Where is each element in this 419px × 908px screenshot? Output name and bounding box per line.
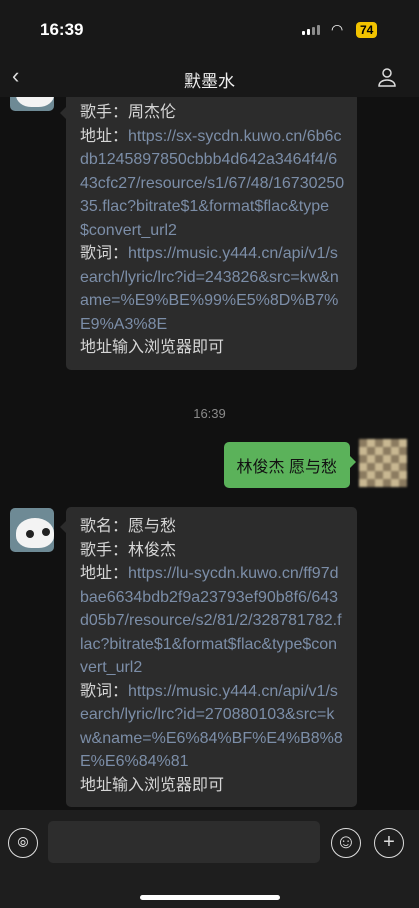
- plus-icon[interactable]: +: [374, 828, 404, 858]
- voice-icon[interactable]: ⦾: [8, 828, 38, 858]
- chat-info-person-icon[interactable]: [377, 67, 397, 87]
- emoji-icon[interactable]: ☺: [331, 828, 361, 858]
- chat-title: 默墨水: [184, 72, 235, 91]
- contact-avatar[interactable]: [10, 97, 54, 111]
- line-text: 愿与愁: [128, 518, 177, 535]
- my-avatar[interactable]: [359, 439, 407, 487]
- msg-line: 歌手：周杰伦: [80, 101, 345, 125]
- msg-line: 歌词：https://music.y444.cn/api/v1/search/l…: [80, 680, 345, 774]
- input-bar: ⦾ ☺ +: [0, 810, 419, 908]
- status-time: 16:39: [40, 20, 84, 39]
- message-bubble[interactable]: 歌名：愿与愁 歌手：林俊杰 地址：https://lu-sycdn.kuwo.c…: [60, 507, 357, 807]
- msg-line: 歌手：林俊杰: [80, 539, 345, 563]
- msg-line: 歌名：愿与愁: [80, 515, 345, 539]
- my-message-bubble[interactable]: 林俊杰 愿与愁: [223, 442, 357, 488]
- msg-line: 地址输入浏览器即可: [80, 776, 225, 794]
- wifi-icon: ◠: [331, 21, 344, 37]
- line-label: 歌词：: [80, 682, 129, 700]
- message-bubble[interactable]: 歌手：周杰伦 地址：https://sx-sycdn.kuwo.cn/6b6cd…: [60, 97, 357, 370]
- line-text: 周杰伦: [128, 104, 177, 121]
- home-indicator: [139, 895, 280, 900]
- message-list[interactable]: 歌手：周杰伦 地址：https://sx-sycdn.kuwo.cn/6b6cd…: [0, 97, 419, 810]
- message-input[interactable]: [48, 821, 320, 863]
- line-label: 地址：: [80, 127, 129, 145]
- battery-indicator: 74: [356, 22, 378, 38]
- line-text: 林俊杰: [128, 541, 177, 559]
- contact-avatar[interactable]: [10, 508, 54, 552]
- chat-header: ‹ 默墨水: [0, 55, 419, 97]
- line-label: 歌词：: [80, 245, 129, 262]
- msg-line: 地址输入浏览器即可: [80, 339, 225, 356]
- status-bar: 16:39 ◠ 74: [0, 0, 419, 55]
- line-label: 歌名：: [80, 518, 129, 535]
- msg-line: 地址：https://sx-sycdn.kuwo.cn/6b6cdb124589…: [80, 125, 345, 243]
- msg-line: 歌词：https://music.y444.cn/api/v1/search/l…: [80, 242, 345, 336]
- line-label: 歌手：: [80, 541, 129, 559]
- msg-line: 地址：https://lu-sycdn.kuwo.cn/ff97dbae6634…: [80, 562, 345, 680]
- line-label: 地址：: [80, 565, 129, 582]
- message-timestamp: 16:39: [193, 406, 226, 421]
- line-label: 歌手：: [80, 104, 129, 121]
- cellular-signal-icon: [302, 25, 320, 35]
